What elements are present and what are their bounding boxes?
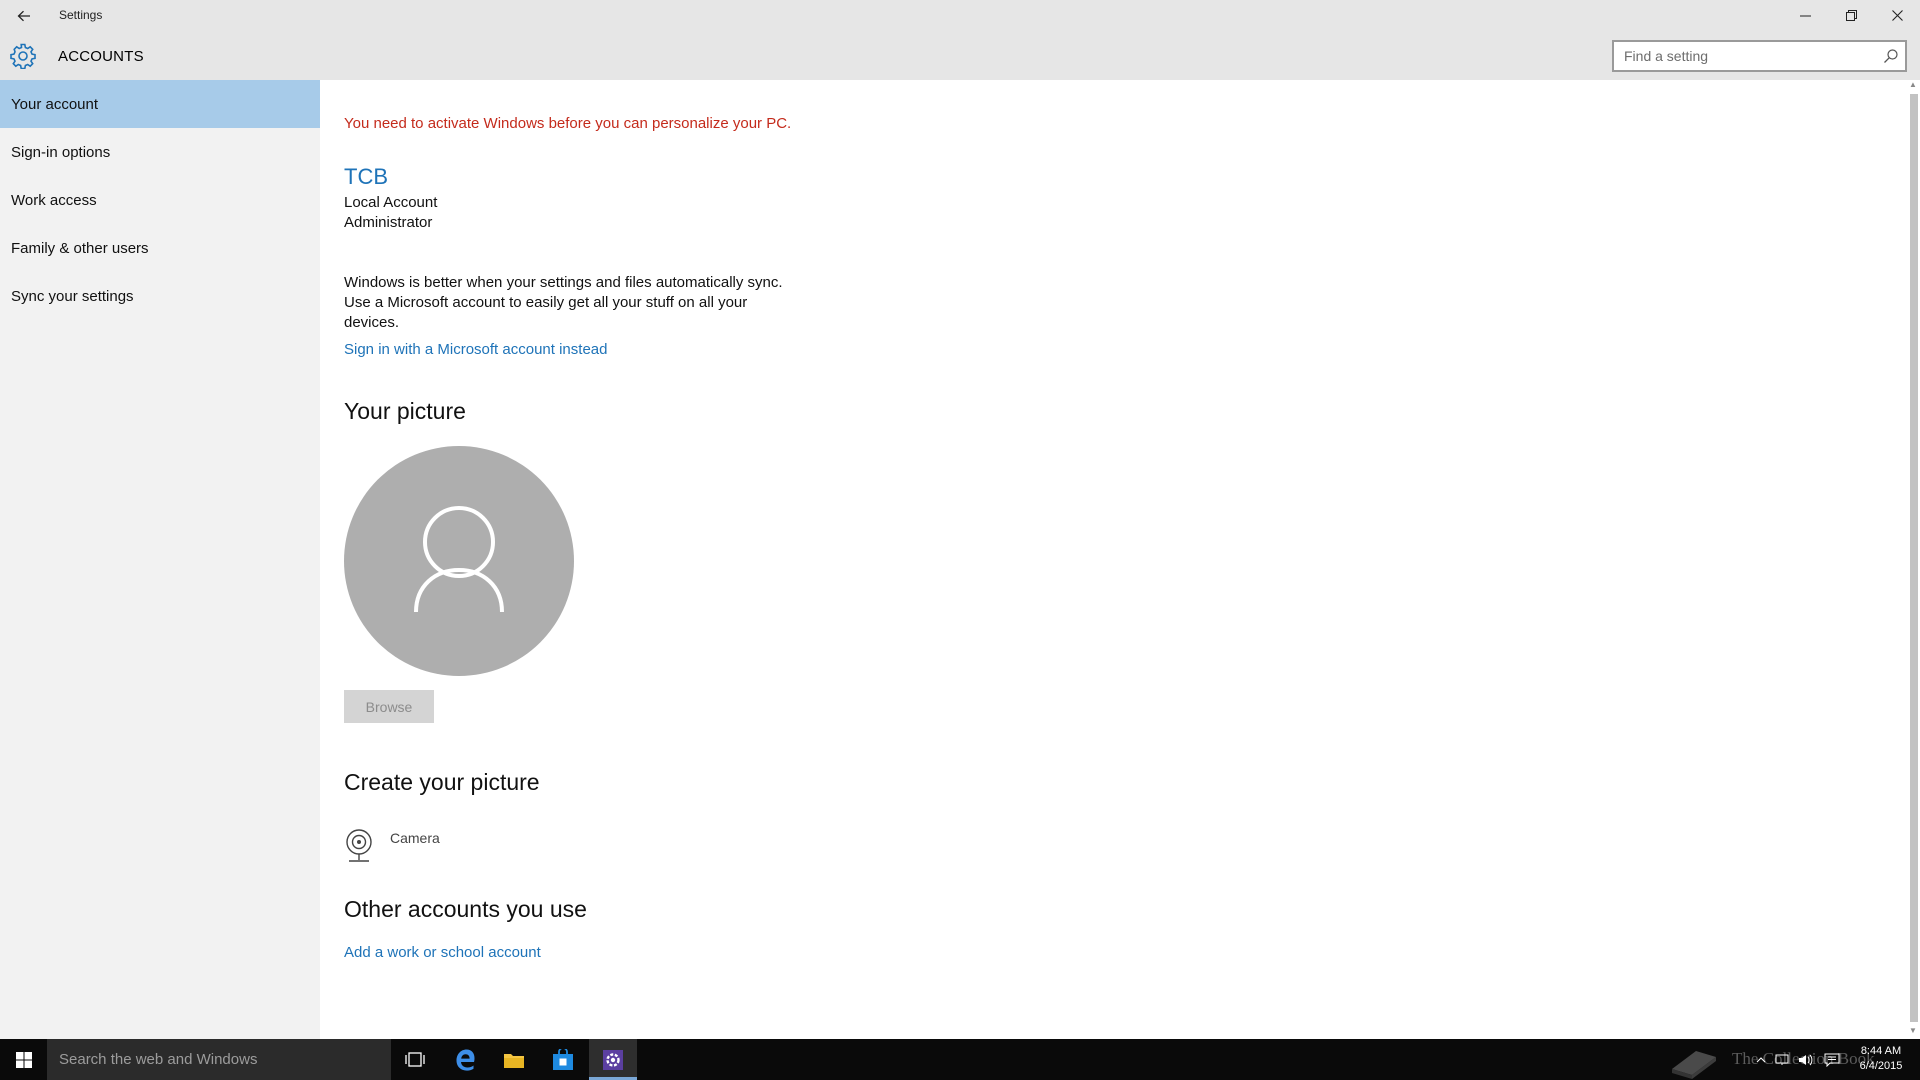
book-icon <box>1672 1051 1716 1079</box>
clock-date: 6/4/2015 <box>1859 1060 1903 1072</box>
clock-time: 8:44 AM <box>1860 1045 1902 1057</box>
restore-icon <box>1845 10 1857 21</box>
show-hidden-icons-button[interactable] <box>1752 1039 1770 1080</box>
windows-logo-icon <box>15 1051 32 1068</box>
clock[interactable]: 8:44 AM 6/4/2015 <box>1856 1044 1906 1074</box>
create-picture-heading: Create your picture <box>344 769 540 795</box>
browse-button[interactable]: Browse <box>344 690 434 723</box>
activation-warning: You need to activate Windows before you … <box>344 115 792 132</box>
add-work-account-link[interactable]: Add a work or school account <box>344 944 541 961</box>
camera-icon <box>346 829 372 862</box>
scroll-down-icon[interactable]: ▼ <box>1909 1026 1917 1035</box>
sidebar: Your account Sign-in options Work access… <box>0 80 320 1039</box>
search-input[interactable] <box>1614 42 1864 70</box>
file-explorer-icon[interactable] <box>490 1039 538 1080</box>
avatar <box>344 446 574 676</box>
volume-icon[interactable] <box>1796 1039 1816 1080</box>
page-title: ACCOUNTS <box>58 48 144 65</box>
main-content: You need to activate Windows before you … <box>320 80 1907 1039</box>
title-bar: Settings <box>0 0 1920 31</box>
scroll-thumb[interactable] <box>1910 94 1918 1022</box>
user-icon <box>414 506 504 613</box>
close-button[interactable] <box>1874 0 1920 31</box>
sidebar-item-your-account[interactable]: Your account <box>0 80 320 128</box>
minimize-button[interactable] <box>1782 0 1828 31</box>
account-name: TCB <box>344 164 388 189</box>
window-title: Settings <box>59 8 103 22</box>
close-icon <box>1891 10 1903 21</box>
other-accounts-heading: Other accounts you use <box>344 896 587 922</box>
search-icon[interactable] <box>1883 48 1899 64</box>
settings-header: ACCOUNTS <box>0 31 1920 80</box>
action-center-icon[interactable] <box>1820 1039 1844 1080</box>
taskbar: Search the web and Windows The Collectio… <box>0 1039 1920 1080</box>
your-picture-heading: Your picture <box>344 398 466 424</box>
settings-taskbar-button[interactable] <box>589 1039 637 1080</box>
search-box[interactable] <box>1612 40 1907 72</box>
microsoft-account-link[interactable]: Sign in with a Microsoft account instead <box>344 341 607 358</box>
start-button[interactable] <box>0 1039 47 1080</box>
sidebar-item-sign-in-options[interactable]: Sign-in options <box>0 128 320 176</box>
back-button[interactable] <box>10 4 38 28</box>
sidebar-item-family-other-users[interactable]: Family & other users <box>0 224 320 272</box>
task-view-icon[interactable] <box>391 1039 439 1080</box>
minimize-icon <box>1799 15 1811 17</box>
store-icon[interactable] <box>539 1039 587 1080</box>
network-icon[interactable] <box>1772 1039 1792 1080</box>
sidebar-item-work-access[interactable]: Work access <box>0 176 320 224</box>
back-arrow-icon <box>17 10 30 22</box>
sync-description: Windows is better when your settings and… <box>344 274 783 331</box>
camera-option[interactable]: Camera <box>344 828 544 868</box>
restore-button[interactable] <box>1828 0 1874 31</box>
chevron-up-icon <box>1756 1056 1766 1062</box>
taskbar-search[interactable]: Search the web and Windows <box>47 1039 391 1080</box>
scrollbar[interactable]: ▲ ▼ <box>1907 80 1920 1039</box>
gear-icon <box>10 43 36 70</box>
settings-icon <box>603 1049 623 1070</box>
edge-icon[interactable] <box>441 1039 489 1080</box>
account-type: Local Account <box>344 194 438 211</box>
camera-label: Camera <box>390 830 440 846</box>
sidebar-item-sync-settings[interactable]: Sync your settings <box>0 272 320 320</box>
account-role: Administrator <box>344 214 433 231</box>
scroll-up-icon[interactable]: ▲ <box>1909 80 1917 89</box>
